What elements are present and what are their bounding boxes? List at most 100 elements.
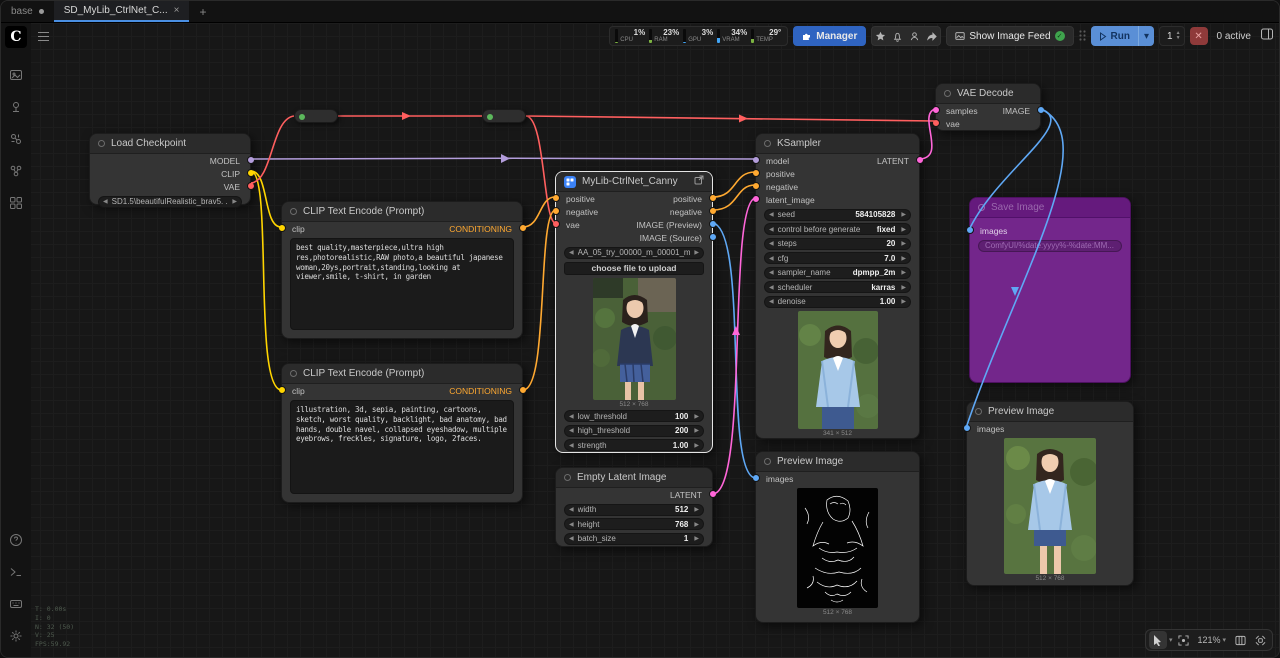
batch-size-widget[interactable]: ◀batch_size 1▶ [564, 533, 704, 545]
tool-chevron-icon[interactable]: ▾ [1169, 636, 1173, 644]
node-preview-image-canny[interactable]: Preview Image images 512 × 768 [755, 451, 920, 623]
model-input-port[interactable] [752, 156, 760, 164]
collapse-dot-icon[interactable] [564, 474, 571, 481]
profile-icon[interactable] [906, 27, 923, 45]
node-load-checkpoint[interactable]: Load Checkpoint MODEL CLIP VAE ◀ SD1.5\b… [89, 133, 251, 205]
images-input-port[interactable] [963, 424, 971, 432]
steps-widget[interactable]: ◀steps 20▶ [764, 238, 911, 250]
templates-icon[interactable] [3, 190, 29, 216]
denoise-widget[interactable]: ◀denoise 1.00▶ [764, 296, 911, 308]
negative-input-port[interactable] [552, 207, 560, 215]
feed-enabled-toggle-icon[interactable]: ✓ [1055, 31, 1065, 41]
clip-input-port[interactable] [278, 386, 286, 394]
queue-icon[interactable] [3, 62, 29, 88]
low-threshold-widget[interactable]: ◀low_threshold 100▶ [564, 410, 704, 422]
conditioning-port[interactable] [519, 224, 527, 232]
control-before-generate-widget[interactable]: ◀control before generate fixed▶ [764, 223, 911, 235]
star-icon[interactable] [872, 27, 889, 45]
terminal-icon[interactable] [3, 559, 29, 585]
filename-prefix-widget[interactable]: ComfyUI/%date:yyyy%-%date:MM... [978, 240, 1122, 252]
latent-output-port[interactable] [916, 156, 924, 164]
collapse-dot-icon[interactable] [290, 208, 297, 215]
drag-handle-icon[interactable] [1079, 30, 1086, 43]
prev-option-icon[interactable]: ◀ [565, 249, 578, 256]
open-external-icon[interactable] [694, 175, 704, 188]
next-option-icon[interactable]: ▶ [690, 249, 703, 256]
reroute-node-2[interactable] [482, 109, 526, 123]
prompt-textarea[interactable]: illustration, 3d, sepia, painting, carto… [290, 400, 514, 494]
share-icon[interactable] [923, 27, 940, 45]
collapse-dot-icon[interactable] [764, 140, 771, 147]
vae-input-port[interactable] [932, 119, 940, 127]
width-widget[interactable]: ◀width 512▶ [564, 504, 704, 516]
node-clip-text-encode-negative[interactable]: CLIP Text Encode (Prompt) clip CONDITION… [281, 363, 523, 503]
new-tab-button[interactable]: + [189, 1, 216, 22]
model-library-icon[interactable] [3, 126, 29, 152]
ckpt-name-combo[interactable]: ◀ SD1.5\beautifulRealistic_brav5. ... ▶ [98, 196, 242, 208]
strength-widget[interactable]: ◀strength 1.00▶ [564, 439, 704, 451]
collapse-dot-icon[interactable] [944, 90, 951, 97]
vae-port[interactable] [247, 182, 255, 190]
settings-gear-icon[interactable] [3, 623, 29, 649]
node-ksampler[interactable]: KSampler model LATENT positive negative … [755, 133, 920, 439]
zoom-level-button[interactable]: 121% ▾ [1194, 631, 1229, 649]
fit-view-button[interactable] [1174, 631, 1192, 649]
negative-output-port[interactable] [709, 207, 717, 215]
node-preview-image-final[interactable]: Preview Image images 512 × 7 [966, 401, 1134, 586]
collapse-dot-icon[interactable] [978, 204, 985, 211]
high-threshold-widget[interactable]: ◀high_threshold 200▶ [564, 425, 704, 437]
tab-active-workflow[interactable]: SD_MyLib_CtrlNet_C... × [54, 1, 190, 22]
images-input-port[interactable] [752, 474, 760, 482]
workflows-icon[interactable] [3, 158, 29, 184]
cancel-run-button[interactable]: ✕ [1190, 27, 1208, 45]
help-icon[interactable] [3, 527, 29, 553]
focus-mode-button[interactable] [1251, 631, 1269, 649]
positive-input-port[interactable] [752, 169, 760, 177]
run-button[interactable]: Run ▾ [1091, 26, 1154, 46]
negative-input-port[interactable] [752, 182, 760, 190]
scheduler-widget[interactable]: ◀scheduler karras▶ [764, 281, 911, 293]
collapsed-dot-icon[interactable] [487, 114, 493, 120]
image-preview-output-port[interactable] [709, 220, 717, 228]
node-empty-latent-image[interactable]: Empty Latent Image LATENT ◀width 512▶ ◀h… [555, 467, 713, 547]
height-widget[interactable]: ◀height 768▶ [564, 518, 704, 530]
reroute-node-1[interactable] [294, 109, 338, 123]
seed-widget[interactable]: ◀seed 584105828▶ [764, 209, 911, 221]
model-port[interactable] [247, 156, 255, 164]
next-option-icon[interactable]: ▶ [228, 198, 241, 205]
menu-toggle-icon[interactable] [37, 29, 50, 47]
cfg-widget[interactable]: ◀cfg 7.0▶ [764, 252, 911, 264]
bell-icon[interactable] [889, 27, 906, 45]
close-tab-icon[interactable]: × [174, 5, 180, 16]
shortcuts-icon[interactable] [3, 591, 29, 617]
upload-button[interactable]: choose file to upload [564, 262, 704, 275]
collapsed-dot-icon[interactable] [299, 114, 305, 120]
positive-input-port[interactable] [552, 194, 560, 202]
toggle-panel-icon[interactable] [1260, 27, 1274, 46]
node-ctrlnet-canny[interactable]: MyLib-CtrlNet_Canny positive positive ne… [555, 171, 713, 453]
clip-port[interactable] [247, 169, 255, 177]
positive-output-port[interactable] [709, 194, 717, 202]
tab-base[interactable]: base [1, 1, 54, 22]
stepper-arrows-icon[interactable]: ▲▼ [1176, 31, 1181, 41]
prompt-textarea[interactable]: best quality,masterpiece,ultra high res,… [290, 238, 514, 330]
image-output-port[interactable] [1037, 106, 1045, 114]
batch-count-input[interactable]: 1 ▲▼ [1159, 26, 1185, 46]
image-source-output-port[interactable] [709, 233, 717, 241]
latent-input-port[interactable] [752, 195, 760, 203]
sampler-name-widget[interactable]: ◀sampler_name dpmpp_2m▶ [764, 267, 911, 279]
node-save-image-bypassed[interactable]: Save Image images ComfyUI/%date:yyyy%-%d… [969, 197, 1131, 383]
clip-input-port[interactable] [278, 224, 286, 232]
show-image-feed-button[interactable]: Show Image Feed ✓ [946, 26, 1073, 46]
image-file-combo[interactable]: ◀ AA_05_try_00000_m_00001_m... ▶ [564, 247, 704, 259]
node-clip-text-encode-positive[interactable]: CLIP Text Encode (Prompt) clip CONDITION… [281, 201, 523, 339]
node-library-icon[interactable] [3, 94, 29, 120]
collapse-dot-icon[interactable] [98, 140, 105, 147]
collapse-dot-icon[interactable] [975, 408, 982, 415]
conditioning-port[interactable] [519, 386, 527, 394]
manager-button[interactable]: Manager [793, 26, 866, 46]
select-tool-button[interactable] [1149, 631, 1167, 649]
collapse-dot-icon[interactable] [290, 370, 297, 377]
prev-option-icon[interactable]: ◀ [99, 198, 112, 205]
minimap-toggle-button[interactable] [1231, 631, 1249, 649]
